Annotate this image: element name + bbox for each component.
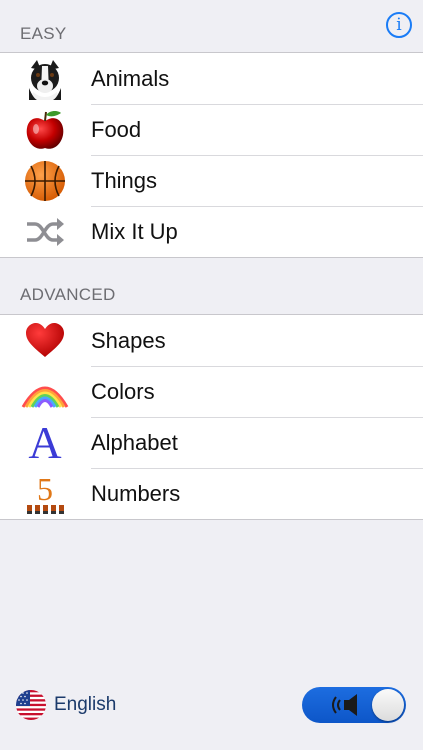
section-header-advanced: ADVANCED — [20, 285, 116, 304]
footer-bar: English — [0, 687, 423, 750]
sound-toggle[interactable] — [302, 687, 406, 723]
list-item-numbers[interactable]: 5 Numbers — [0, 468, 423, 519]
list-item-label: Food — [91, 116, 142, 142]
list-item-label: Animals — [91, 65, 170, 91]
list-item-things[interactable]: Things — [0, 155, 423, 206]
number-five-icon: 5 — [20, 471, 70, 516]
number-five-glyph: 5 — [37, 470, 53, 507]
list-item-label: Numbers — [91, 480, 181, 506]
language-label: English — [54, 694, 117, 715]
list-item-colors[interactable]: Colors — [0, 366, 423, 417]
list-item-mix-it-up[interactable]: Mix It Up — [0, 206, 423, 257]
list-item-alphabet[interactable]: A Alphabet — [0, 417, 423, 468]
letter-a-icon: A — [28, 416, 62, 468]
basketball-icon — [20, 158, 70, 203]
dog-icon — [20, 56, 70, 101]
shuffle-icon — [20, 209, 70, 254]
list-item-label: Shapes — [91, 327, 166, 353]
list-item-shapes[interactable]: Shapes — [0, 315, 423, 366]
info-icon: i — [396, 15, 402, 35]
list-item-label: Alphabet — [91, 429, 178, 455]
rainbow-icon — [20, 369, 70, 414]
toggle-knob[interactable] — [372, 689, 404, 721]
list-item-label: Colors — [91, 378, 155, 404]
list-item-food[interactable]: Food — [0, 104, 423, 155]
list-item-label: Things — [91, 167, 158, 193]
easy-list: Animals Food Things Mix It Up — [0, 52, 423, 258]
section-header-easy: EASY — [20, 24, 67, 43]
counting-figures-icon — [27, 504, 64, 514]
advanced-list: Shapes Colors A Alphabet 5 Numbers — [0, 314, 423, 520]
us-flag-icon — [16, 690, 46, 720]
info-button[interactable]: i — [386, 12, 412, 38]
list-item-label: Mix It Up — [91, 218, 178, 244]
list-item-animals[interactable]: Animals — [0, 53, 423, 104]
speaker-icon — [330, 694, 362, 716]
apple-icon — [20, 107, 70, 152]
heart-icon — [20, 318, 70, 363]
